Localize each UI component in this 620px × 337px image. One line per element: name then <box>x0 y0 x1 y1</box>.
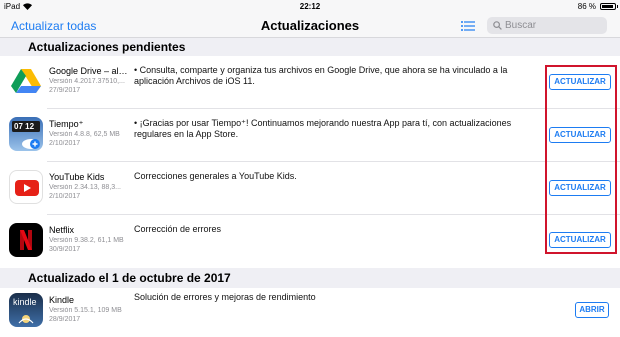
app-date: 28/9/2017 <box>49 316 81 323</box>
app-description: Corrección de errores <box>134 224 222 234</box>
app-description: Solución de errores y mejoras de rendimi… <box>134 292 316 302</box>
app-date: 2/10/2017 <box>49 193 81 200</box>
status-bar: iPad 22:12 86 % <box>0 0 620 14</box>
list-icon[interactable] <box>461 21 475 31</box>
nav-bar: Actualizar todas Actualizaciones Buscar <box>0 14 620 38</box>
app-date: 27/9/2017 <box>49 87 81 94</box>
app-version: Versión 5.15.1, 109 MB <box>49 307 122 314</box>
section-header-updated: Actualizado el 1 de octubre de 2017 <box>0 268 620 288</box>
update-row-google-drive: Google Drive – alm... Versión 4.2017.375… <box>0 56 620 109</box>
kindle-icon[interactable]: kindle <box>9 293 43 327</box>
app-version: Versión 4.2017.37510,... <box>49 78 125 85</box>
app-description: Correcciones generales a YouTube Kids. <box>134 171 297 181</box>
kindle-wordmark: kindle <box>13 297 37 307</box>
app-version: Versión 2.34.13, 88,3... <box>49 184 121 191</box>
app-date: 30/9/2017 <box>49 246 81 253</box>
app-name: YouTube Kids <box>49 172 105 182</box>
clock-digits: 07 12 <box>14 122 35 131</box>
update-row-netflix: Netflix Versión 9.38.2, 61,1 MB 30/9/201… <box>0 215 620 268</box>
search-placeholder: Buscar <box>505 20 537 31</box>
battery-icon <box>600 3 618 10</box>
app-version: Versión 4.8.8, 62,5 MB <box>49 131 120 138</box>
google-drive-icon[interactable] <box>9 64 43 98</box>
app-description: • Consulta, comparte y organiza tus arch… <box>134 65 508 86</box>
update-row-tiempo: 07 12 Tiempo⁺ Versión 4.8.8, 62,5 MB 2/1… <box>0 109 620 162</box>
status-time: 22:12 <box>299 2 321 11</box>
app-description: • ¡Gracias por usar Tiempo⁺! Continuamos… <box>134 118 512 139</box>
app-version: Versión 9.38.2, 61,1 MB <box>49 237 124 244</box>
search-icon <box>493 21 502 30</box>
battery-percent: 86 % <box>577 2 596 11</box>
section-header-pending: Actualizaciones pendientes <box>0 38 620 56</box>
weather-clock-icon[interactable]: 07 12 <box>9 117 43 151</box>
updated-row-kindle: kindle Kindle Versión 5.15.1, 109 MB 28/… <box>0 288 620 337</box>
highlight-box <box>545 65 617 254</box>
youtube-kids-icon[interactable] <box>9 170 43 204</box>
app-name: Tiempo⁺ <box>49 119 84 129</box>
update-row-youtube-kids: YouTube Kids Versión 2.34.13, 88,3... 2/… <box>0 162 620 215</box>
open-button[interactable]: ABRIR <box>575 302 609 318</box>
app-date: 2/10/2017 <box>49 140 81 147</box>
app-name: Kindle <box>49 295 75 305</box>
search-input[interactable]: Buscar <box>487 17 607 34</box>
app-name: Netflix <box>49 225 75 235</box>
netflix-icon[interactable] <box>9 223 43 257</box>
app-name: Google Drive – alm... <box>49 66 129 76</box>
